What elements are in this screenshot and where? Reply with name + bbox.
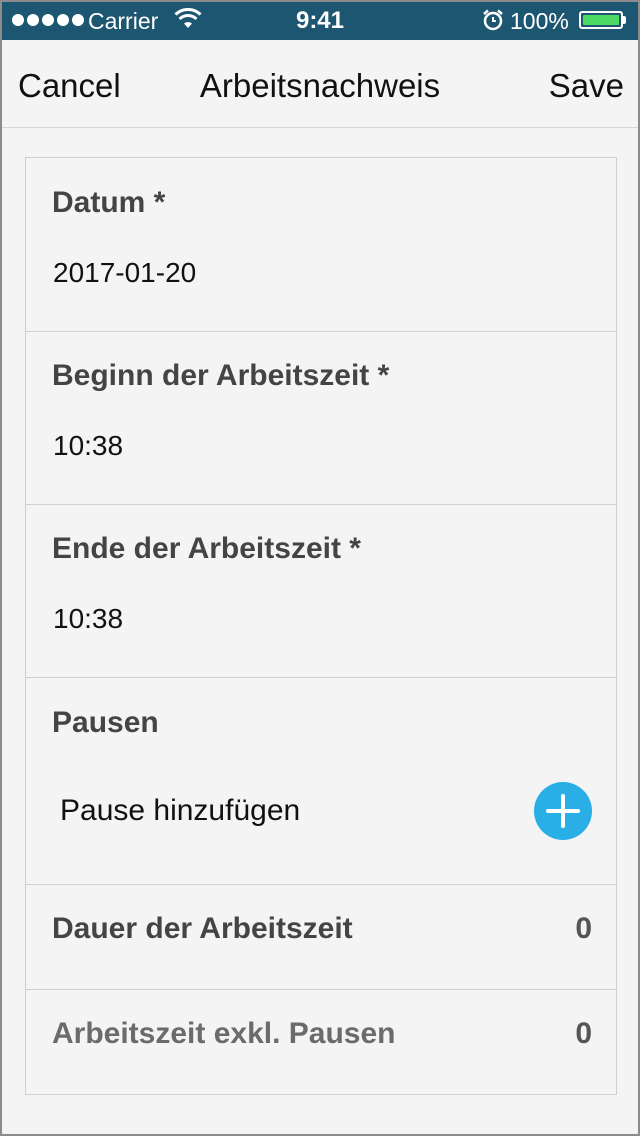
date-label: Datum * xyxy=(52,186,166,219)
status-bar: Carrier 9:41 100% xyxy=(2,2,638,40)
duration-value: 0 xyxy=(575,912,592,945)
navigation-bar: Cancel Arbeitsnachweis Save xyxy=(2,40,638,128)
end-time-section: Ende der Arbeitszeit * 10:38 xyxy=(26,505,616,678)
start-time-section: Beginn der Arbeitszeit * 10:38 xyxy=(26,332,616,505)
battery-tip xyxy=(623,16,626,24)
battery-percentage: 100% xyxy=(510,8,569,34)
battery-icon xyxy=(579,11,623,29)
save-button[interactable]: Save xyxy=(549,67,624,105)
alarm-icon xyxy=(483,9,503,31)
duration-section: Dauer der Arbeitszeit 0 xyxy=(26,885,616,990)
page-title: Arbeitsnachweis xyxy=(199,67,441,104)
start-time-label: Beginn der Arbeitszeit * xyxy=(52,359,390,392)
net-duration-label: Arbeitszeit exkl. Pausen xyxy=(52,1017,396,1050)
add-break-label[interactable]: Pause hinzufügen xyxy=(60,794,300,828)
date-section: Datum * 2017-01-20 xyxy=(26,158,616,332)
duration-label: Dauer der Arbeitszeit xyxy=(52,912,353,945)
start-time-field[interactable]: 10:38 xyxy=(53,430,123,462)
add-break-plus-icon[interactable] xyxy=(534,782,592,840)
net-duration-section: Arbeitszeit exkl. Pausen 0 xyxy=(26,990,616,1094)
app-screen: Carrier 9:41 100% Cancel Arbeitsnachweis… xyxy=(0,0,640,1136)
form-card: Datum * 2017-01-20 Beginn der Arbeitszei… xyxy=(25,157,617,1095)
net-duration-value: 0 xyxy=(575,1017,592,1050)
breaks-label: Pausen xyxy=(52,706,159,739)
breaks-section: Pausen Pause hinzufügen xyxy=(26,678,616,885)
end-time-field[interactable]: 10:38 xyxy=(53,603,123,635)
date-field[interactable]: 2017-01-20 xyxy=(53,257,196,289)
end-time-label: Ende der Arbeitszeit * xyxy=(52,532,361,565)
